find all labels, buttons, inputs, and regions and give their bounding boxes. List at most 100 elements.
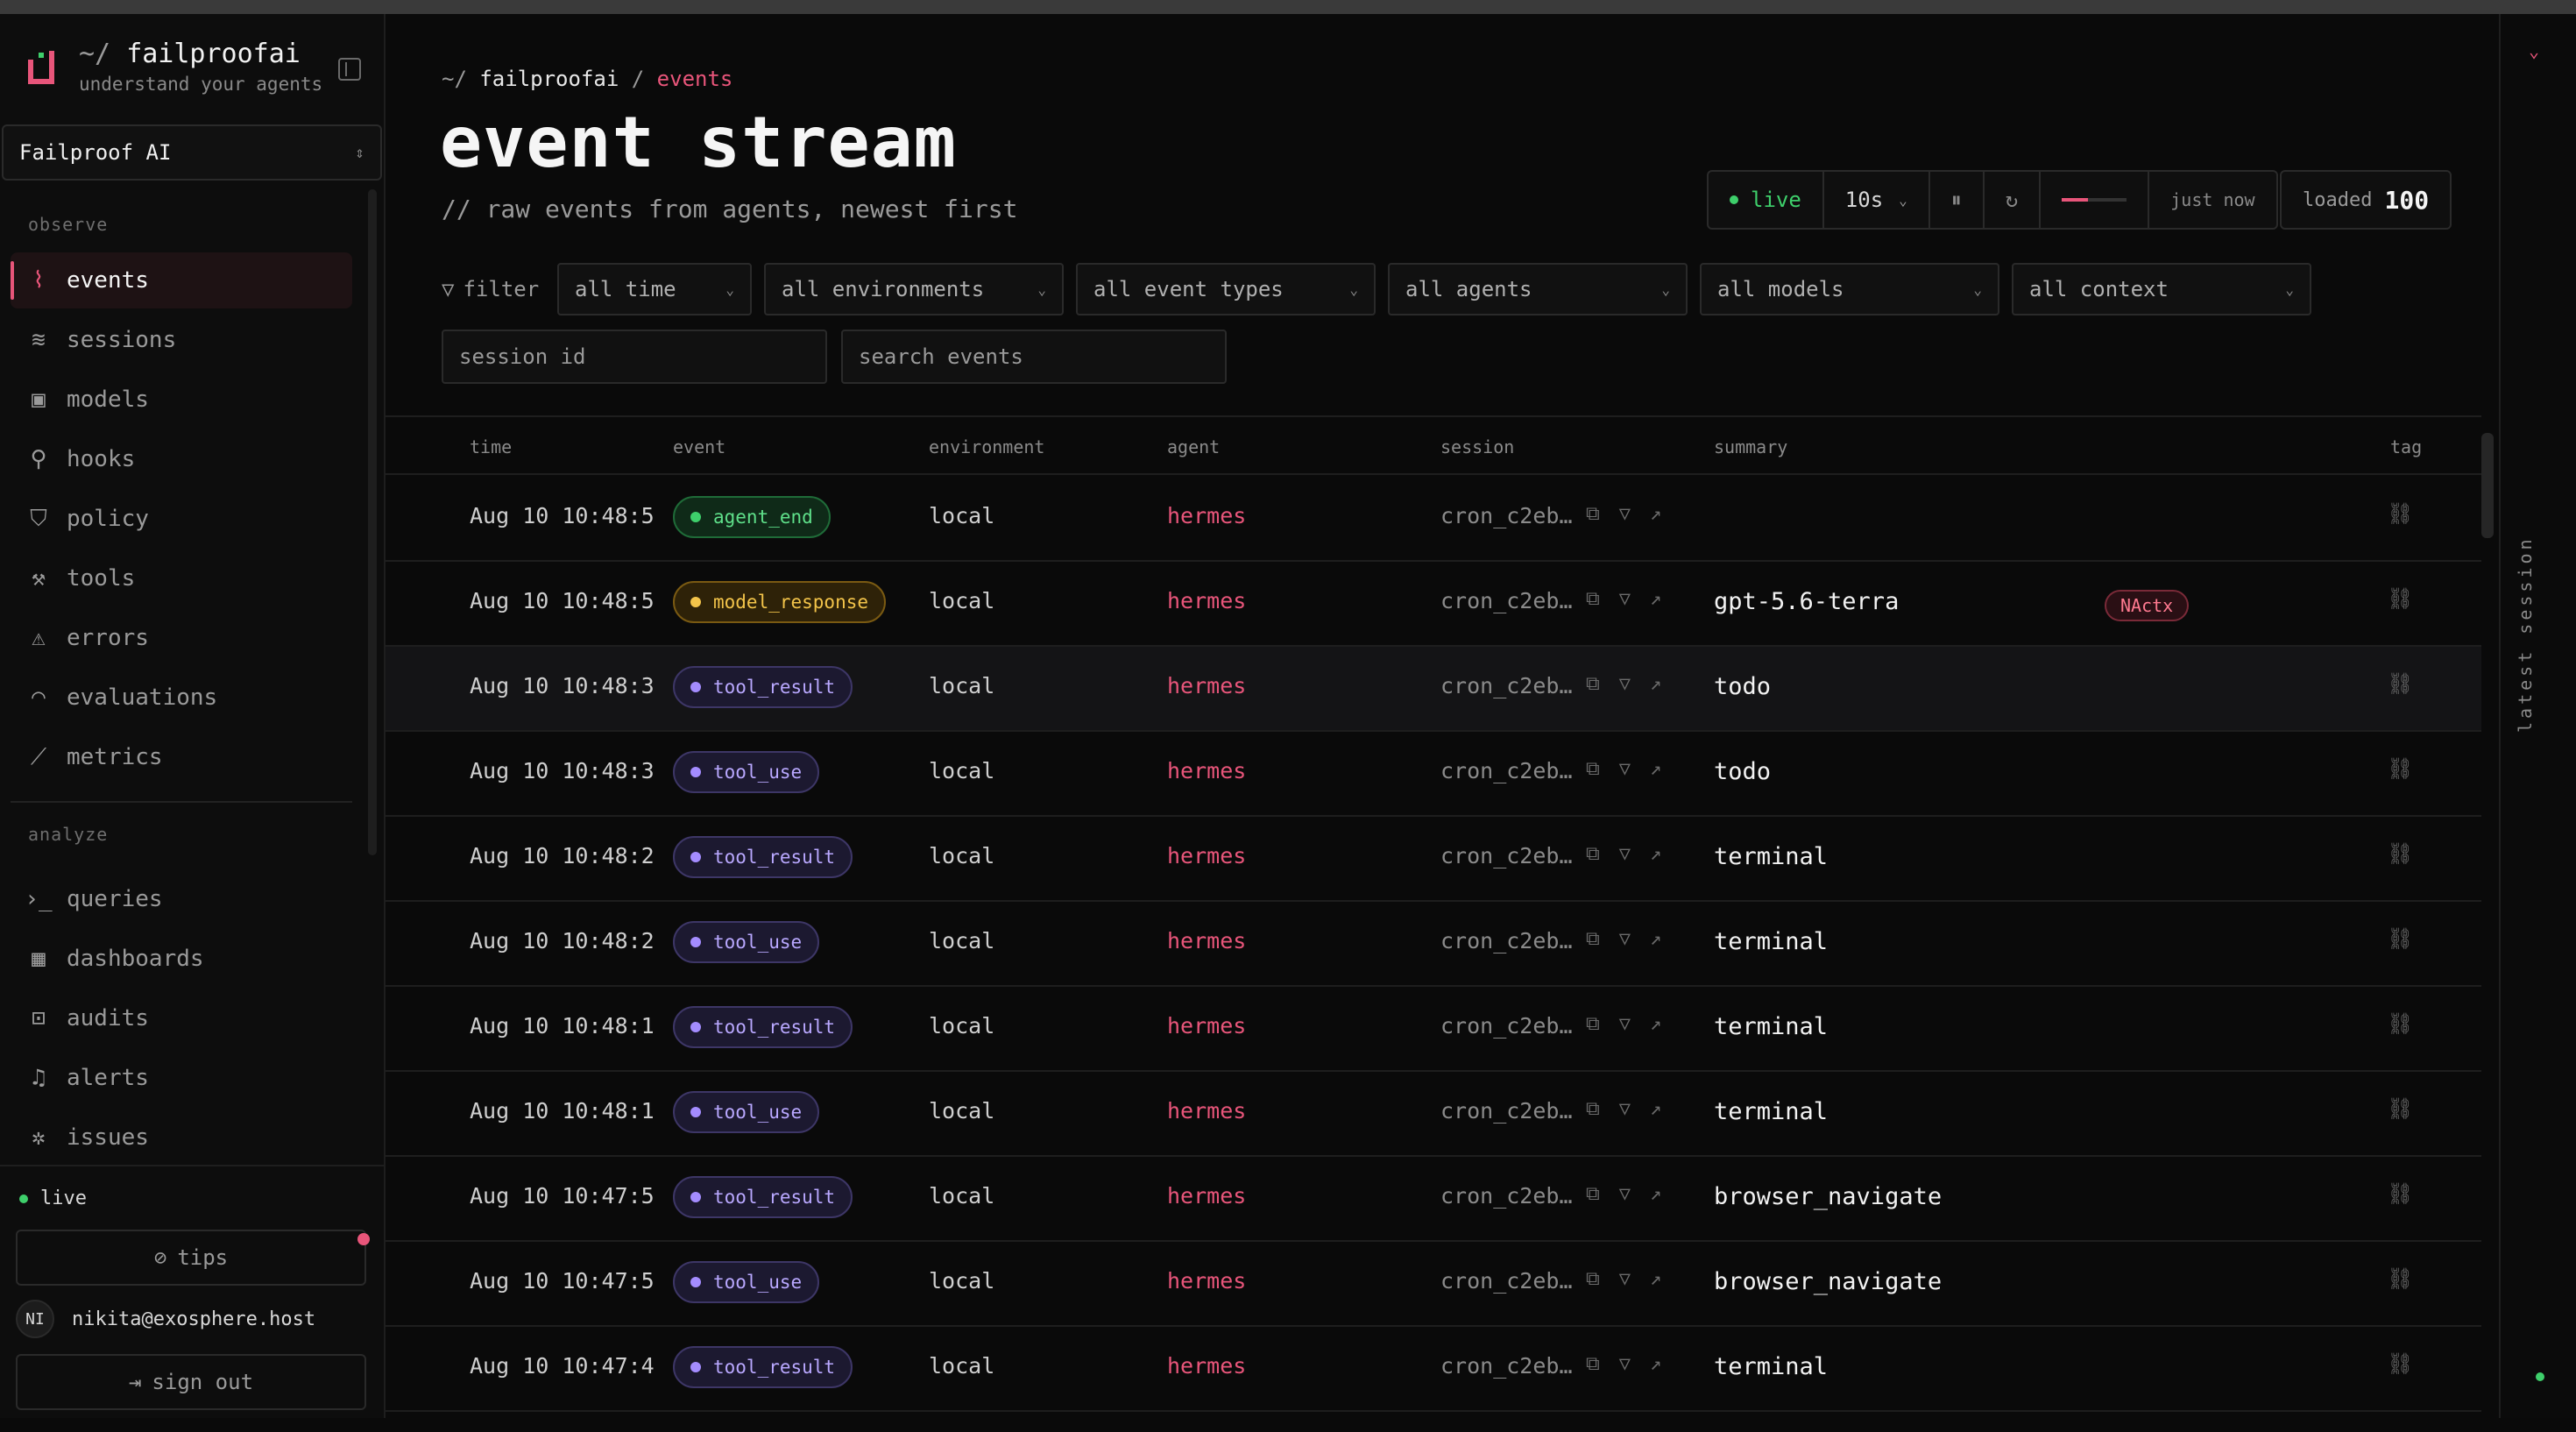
table-row[interactable]: Aug 10 10:48:1 tool_use local hermes cron_c2… [386,1072,2481,1157]
sidebar-item-errors[interactable]: ⚠ errors [11,610,352,666]
tips-button[interactable]: ⊘ tips [16,1230,366,1286]
filter-select-4[interactable]: all models ⌄ [1700,263,1999,315]
event-session[interactable]: cron_c2eb… [1440,1268,1573,1294]
event-type-badge[interactable]: tool_result [673,1346,853,1388]
table-row[interactable]: Aug 10 10:48:2 tool_result local hermes cron… [386,817,2481,902]
table-row[interactable]: Aug 10 10:48:2 tool_use local hermes cron_c2… [386,902,2481,987]
sidebar-item-models[interactable]: ▣ models [11,372,352,428]
filter-icon[interactable]: ▽ [1619,1353,1631,1375]
column-header-agent[interactable]: agent [1167,436,1220,457]
external-link-icon[interactable]: ↗ [1650,588,1661,610]
event-agent[interactable]: hermes [1167,503,1246,528]
table-row[interactable]: Aug 10 10:47:5 tool_use local hermes cron_c2… [386,1242,2481,1327]
event-session[interactable]: cron_c2eb… [1440,673,1573,698]
event-session[interactable]: cron_c2eb… [1440,503,1573,528]
external-link-icon[interactable]: ↗ [1650,1098,1661,1120]
table-row[interactable]: Aug 10 10:47:5 tool_result local hermes cron… [386,1157,2481,1242]
table-row[interactable]: Aug 10 10:48:1 tool_result local hermes cron… [386,987,2481,1072]
filter-icon[interactable]: ▽ [1619,758,1631,780]
user-account[interactable]: NI nikita@exosphere.host [16,1300,315,1338]
external-link-icon[interactable]: ↗ [1650,1268,1661,1290]
copy-icon[interactable]: ⧉ [1586,503,1600,525]
event-agent[interactable]: hermes [1167,1353,1246,1379]
event-type-badge[interactable]: tool_result [673,836,853,878]
event-agent[interactable]: hermes [1167,1183,1246,1209]
brand[interactable]: ~/ failproofai understand your agents [26,39,322,95]
link-icon[interactable]: ⛓ [2387,586,2413,611]
filter-select-1[interactable]: all environments ⌄ [764,263,1064,315]
workspace-selector[interactable]: Failproof AI ⇕ [2,124,382,181]
copy-icon[interactable]: ⧉ [1586,843,1600,865]
copy-icon[interactable]: ⧉ [1586,928,1600,950]
event-type-badge[interactable]: agent_end [673,496,831,538]
external-link-icon[interactable]: ↗ [1650,1353,1661,1375]
event-type-badge[interactable]: tool_result [673,666,853,708]
copy-icon[interactable]: ⧉ [1586,1268,1600,1290]
event-session[interactable]: cron_c2eb… [1440,843,1573,868]
filter-select-0[interactable]: all time ⌄ [557,263,752,315]
filter-icon[interactable]: ▽ [1619,1268,1631,1290]
sidebar-item-sessions[interactable]: ≋ sessions [11,312,352,368]
event-agent[interactable]: hermes [1167,673,1246,698]
filter-icon[interactable]: ▽ [1619,673,1631,695]
event-agent[interactable]: hermes [1167,758,1246,783]
sidebar-item-events[interactable]: ⌇ events [11,252,352,308]
event-session[interactable]: cron_c2eb… [1440,758,1573,783]
table-scrollbar[interactable] [2481,433,2494,538]
pause-button[interactable]: ⏸ [1930,172,1985,228]
copy-icon[interactable]: ⧉ [1586,673,1600,695]
external-link-icon[interactable]: ↗ [1650,673,1661,695]
event-agent[interactable]: hermes [1167,588,1246,613]
event-type-badge[interactable]: tool_use [673,1091,820,1133]
chevron-down-icon[interactable]: ⌄ [2529,40,2539,61]
link-icon[interactable]: ⛓ [2387,841,2413,866]
external-link-icon[interactable]: ↗ [1650,928,1661,950]
external-link-icon[interactable]: ↗ [1650,1183,1661,1205]
copy-icon[interactable]: ⧉ [1586,758,1600,780]
link-icon[interactable]: ⛓ [2387,1181,2413,1206]
live-toggle[interactable]: live [1709,172,1824,228]
sign-out-button[interactable]: ⇥ sign out [16,1354,366,1410]
collapse-sidebar-icon[interactable] [338,58,361,81]
filter-select-3[interactable]: all agents ⌄ [1388,263,1688,315]
column-header-environment[interactable]: environment [929,436,1044,457]
table-row[interactable]: Aug 10 10:48:3 tool_use local hermes cron_c2… [386,732,2481,817]
event-type-badge[interactable]: tool_use [673,751,820,793]
sidebar-item-issues[interactable]: ✲ issues [11,1109,352,1166]
event-session[interactable]: cron_c2eb… [1440,928,1573,953]
table-row[interactable]: Aug 10 10:48:5 model_response local hermes c… [386,562,2481,647]
external-link-icon[interactable]: ↗ [1650,758,1661,780]
external-link-icon[interactable]: ↗ [1650,843,1661,865]
link-icon[interactable]: ⛓ [2387,1266,2413,1291]
sidebar-item-alerts[interactable]: ♫ alerts [11,1050,352,1106]
event-session[interactable]: cron_c2eb… [1440,1098,1573,1124]
event-session[interactable]: cron_c2eb… [1440,1013,1573,1039]
breadcrumb-root[interactable]: failproofai [479,67,619,91]
event-session[interactable]: cron_c2eb… [1440,1353,1573,1379]
sidebar-item-queries[interactable]: ›_ queries [11,871,352,927]
filter-icon[interactable]: ▽ [1619,588,1631,610]
event-type-badge[interactable]: tool_result [673,1006,853,1048]
event-agent[interactable]: hermes [1167,1013,1246,1039]
external-link-icon[interactable]: ↗ [1650,503,1661,525]
sidebar-item-tools[interactable]: ⚒ tools [11,550,352,606]
event-type-badge[interactable]: tool_result [673,1176,853,1218]
sidebar-item-dashboards[interactable]: ▦ dashboards [11,931,352,987]
latest-session-panel[interactable]: ⌄ latest session [2499,14,2576,1418]
link-icon[interactable]: ⛓ [2387,501,2413,526]
event-type-badge[interactable]: tool_use [673,921,820,963]
sidebar-scrollbar[interactable] [368,189,377,855]
event-agent[interactable]: hermes [1167,1098,1246,1124]
filter-select-5[interactable]: all context ⌄ [2012,263,2311,315]
copy-icon[interactable]: ⧉ [1586,1013,1600,1035]
table-row[interactable]: Aug 10 10:47:4 tool_result local hermes cron… [386,1327,2481,1412]
event-type-badge[interactable]: model_response [673,581,887,623]
filter-icon[interactable]: ▽ [1619,503,1631,525]
event-session[interactable]: cron_c2eb… [1440,1183,1573,1209]
search-events-input[interactable]: search events [841,330,1227,384]
event-agent[interactable]: hermes [1167,928,1246,953]
event-agent[interactable]: hermes [1167,843,1246,868]
event-agent[interactable]: hermes [1167,1268,1246,1294]
copy-icon[interactable]: ⧉ [1586,1183,1600,1205]
copy-icon[interactable]: ⧉ [1586,588,1600,610]
